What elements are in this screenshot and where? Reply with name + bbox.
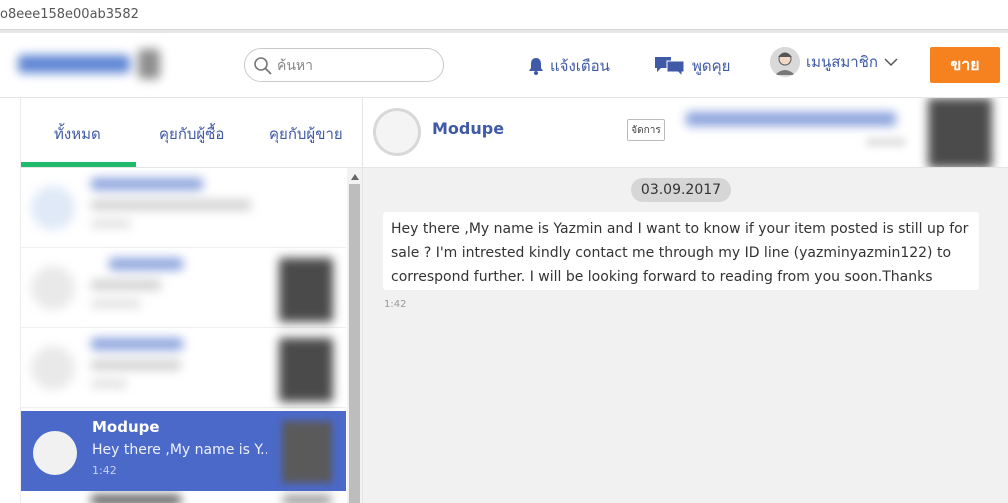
tab-sellers[interactable]: คุยกับผู้ขาย xyxy=(269,122,343,146)
conversation-name: Modupe xyxy=(92,418,160,436)
contact-avatar xyxy=(373,108,421,156)
chat-button[interactable]: พูดคุย xyxy=(654,54,730,78)
chat-contact-name[interactable]: Modupe xyxy=(432,119,504,138)
notifications-button[interactable]: แจ้งเตือน xyxy=(528,54,610,78)
scroll-up-arrow-icon[interactable] xyxy=(351,174,359,180)
member-menu-label: เมนูสมาชิก xyxy=(806,53,878,71)
user-avatar xyxy=(770,47,800,77)
conversation-tabs: ทั้งหมด คุยกับผู้ซื้อ คุยกับผู้ขาย xyxy=(21,98,364,168)
conversation-time: 1:42 xyxy=(92,464,117,477)
tab-all[interactable]: ทั้งหมด xyxy=(54,122,101,146)
message-time: 1:42 xyxy=(384,299,407,310)
conversation-preview: Hey there ,My name is Y... xyxy=(92,442,267,458)
conversation-list: Modupe Hey there ,My name is Y... 1:42 xyxy=(21,168,346,503)
browser-address-bar[interactable]: o8eee158e00ab3582 xyxy=(0,0,1008,30)
scroll-thumb[interactable] xyxy=(349,184,360,503)
url-text: o8eee158e00ab3582 xyxy=(0,7,139,22)
tab-buyers[interactable]: คุยกับผู้ซื้อ xyxy=(159,122,224,146)
notifications-label: แจ้งเตือน xyxy=(550,57,610,75)
chat-product-info[interactable] xyxy=(676,98,1008,168)
chat-header: Modupe จัดการ xyxy=(363,98,676,168)
list-item[interactable] xyxy=(21,168,346,248)
chevron-down-icon xyxy=(884,58,898,67)
list-item[interactable] xyxy=(21,491,346,503)
conversation-scrollbar[interactable] xyxy=(347,168,362,503)
contact-avatar xyxy=(33,431,77,475)
search-icon[interactable] xyxy=(253,56,273,76)
list-item[interactable] xyxy=(21,328,346,408)
site-logo[interactable] xyxy=(14,45,164,83)
chat-bubbles-icon xyxy=(655,57,685,77)
manage-button[interactable]: จัดการ xyxy=(627,119,665,141)
site-header: แจ้งเตือน พูดคุย เมนูสมาชิก ขาย xyxy=(0,33,1008,98)
date-separator: 03.09.2017 xyxy=(631,178,731,202)
active-tab-indicator xyxy=(21,162,136,167)
search-box xyxy=(244,48,444,82)
conversation-panel: ทั้งหมด คุยกับผู้ซื้อ คุยกับผู้ขาย Modup… xyxy=(20,98,364,503)
sell-button[interactable]: ขาย xyxy=(930,47,1000,83)
message-bubble: Hey there ,My name is Yazmin and I want … xyxy=(383,212,979,290)
list-item[interactable] xyxy=(21,248,346,328)
conversation-item-active[interactable]: Modupe Hey there ,My name is Y... 1:42 xyxy=(21,411,346,491)
search-input[interactable] xyxy=(277,55,435,77)
chat-label: พูดคุย xyxy=(692,57,731,75)
product-thumbnail xyxy=(282,421,332,483)
bell-icon xyxy=(529,58,543,75)
chat-panel: Modupe จัดการ 03.09.2017 Hey there ,My n… xyxy=(363,98,1008,503)
member-menu[interactable]: เมนูสมาชิก xyxy=(770,47,898,77)
